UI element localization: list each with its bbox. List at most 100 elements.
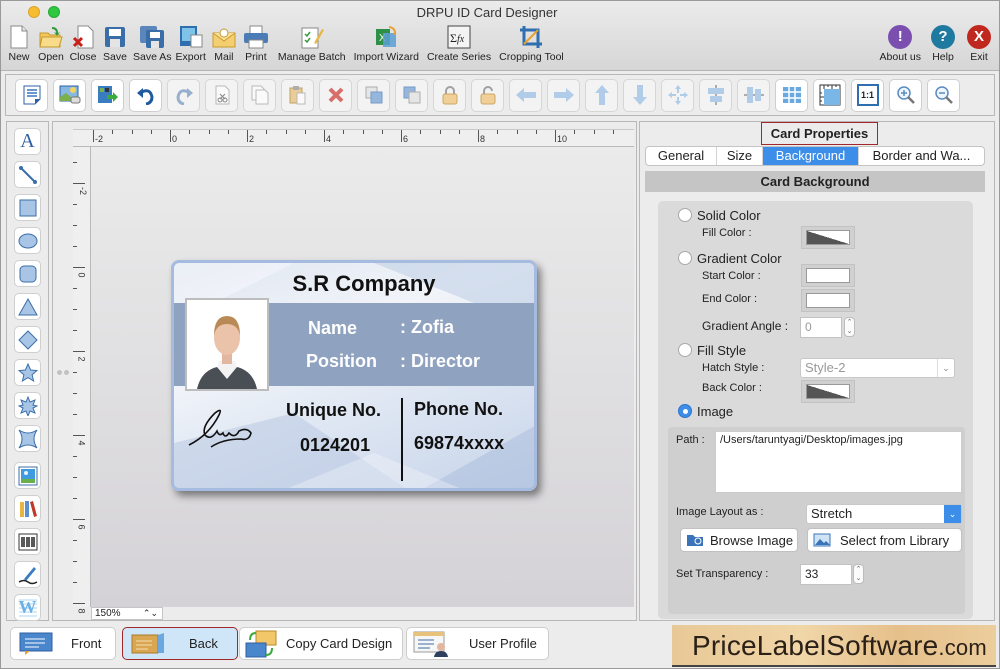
align-horizontal-button[interactable] (699, 78, 732, 112)
align-vertical-button[interactable] (737, 78, 770, 112)
zoom-level-stepper[interactable]: 150% ⌃⌄ (91, 607, 163, 620)
rounded-rectangle-tool-icon (19, 265, 36, 282)
ruler-label: 6 (76, 524, 87, 530)
front-button[interactable]: Front (10, 627, 116, 660)
back-color-label: Back Color : (702, 382, 762, 394)
horizontal-ruler: -2 0 2 4 6 8 10 (73, 129, 634, 147)
export-image-button[interactable] (91, 78, 124, 112)
ruler-minor-tick (73, 393, 77, 394)
save-button[interactable]: Save (101, 23, 129, 63)
signature-tool[interactable] (14, 561, 41, 588)
cropping-tool-button[interactable]: Cropping Tool (499, 23, 564, 63)
close-button[interactable]: Close (69, 23, 97, 63)
tab-border-and-watermark[interactable]: Border and Wa... (859, 147, 984, 165)
line-tool[interactable] (14, 161, 41, 188)
mail-button[interactable]: Mail (210, 23, 238, 63)
tab-background[interactable]: Background (763, 147, 859, 165)
back-button[interactable]: Back (122, 627, 238, 660)
select-from-library-button[interactable]: Select from Library (807, 528, 962, 552)
create-series-button[interactable]: Σfx Create Series (427, 23, 491, 63)
main-toolbar: New Open Close Save Save As Export Mail … (5, 23, 568, 63)
library-tool-icon (19, 500, 37, 517)
bring-to-front-button[interactable] (357, 78, 390, 112)
fill-color-picker[interactable] (801, 226, 855, 249)
text-tool[interactable]: A (14, 128, 41, 155)
ruler-button[interactable] (813, 78, 846, 112)
center-button[interactable] (661, 78, 694, 112)
delete-button[interactable] (319, 78, 352, 112)
rounded-rectangle-tool[interactable] (14, 260, 41, 287)
export-image-icon (97, 86, 118, 103)
copy-card-design-button[interactable]: Copy Card Design (239, 627, 403, 660)
start-color-picker[interactable] (801, 264, 855, 287)
user-profile-button[interactable]: User Profile (406, 627, 549, 660)
gradient-angle-input[interactable]: 0 (800, 317, 842, 338)
watermark-tool[interactable]: W (14, 594, 41, 621)
barcode-tool[interactable] (14, 528, 41, 555)
open-button[interactable]: Open (37, 23, 65, 63)
fill-style-radio[interactable] (678, 343, 692, 357)
transparency-stepper[interactable]: ⌃ ⌄ (853, 564, 864, 584)
ellipse-tool[interactable] (14, 227, 41, 254)
cut-button[interactable] (205, 78, 238, 112)
gradient-color-radio[interactable] (678, 251, 692, 265)
splitter-handle[interactable] (57, 370, 62, 375)
solid-color-radio[interactable] (678, 208, 692, 222)
triangle-tool[interactable] (14, 293, 41, 320)
ruler-minor-tick (73, 540, 77, 541)
help-button[interactable]: ? Help (929, 23, 957, 63)
about-us-button[interactable]: ! About us (880, 23, 921, 63)
rectangle-tool[interactable] (14, 194, 41, 221)
lock-button[interactable] (433, 78, 466, 112)
move-down-button[interactable] (623, 78, 656, 112)
copy-button[interactable] (243, 78, 276, 112)
back-color-picker[interactable] (801, 380, 855, 403)
unlock-icon (480, 86, 495, 105)
diamond-tool[interactable] (14, 326, 41, 353)
print-button[interactable]: Print (242, 23, 270, 63)
unlock-button[interactable] (471, 78, 504, 112)
zoom-in-button[interactable] (889, 78, 922, 112)
watermark-tool-icon: W (18, 597, 37, 618)
card-properties-panel: Card Properties General Size Background … (639, 121, 995, 621)
image-path-field[interactable]: /Users/taruntyagi/Desktop/images.jpg (715, 431, 962, 493)
gradient-angle-stepper[interactable]: ⌃ ⌄ (844, 317, 855, 337)
move-right-button[interactable] (547, 78, 580, 112)
image-radio[interactable] (678, 404, 692, 418)
image-layout-select[interactable]: Stretch ⌄ (806, 504, 962, 524)
hatch-style-select[interactable]: Style-2 ⌄ (800, 358, 955, 378)
star-tool[interactable] (14, 359, 41, 386)
position-value: : Director (400, 351, 481, 371)
move-left-button[interactable] (509, 78, 542, 112)
manage-batch-button[interactable]: Manage Batch (278, 23, 346, 63)
paste-button[interactable] (281, 78, 314, 112)
library-tool[interactable] (14, 495, 41, 522)
send-to-back-button[interactable] (395, 78, 428, 112)
ruler-major-tick (73, 351, 85, 352)
ruler-minor-tick (73, 162, 77, 163)
exit-button[interactable]: X Exit (965, 23, 993, 63)
picture-tool[interactable] (14, 462, 41, 489)
undo-button[interactable] (129, 78, 162, 112)
grid-button[interactable] (775, 78, 808, 112)
save-as-button[interactable]: Save As (133, 23, 172, 63)
ruler-label: 2 (76, 356, 87, 362)
burst-tool[interactable] (14, 392, 41, 419)
four-point-star-tool[interactable] (14, 425, 41, 452)
import-wizard-button[interactable]: X Import Wizard (354, 23, 419, 63)
new-button[interactable]: New (5, 23, 33, 63)
browse-image-button[interactable]: Browse Image (680, 528, 798, 552)
background-image-button[interactable] (53, 78, 86, 112)
zoom-out-button[interactable] (927, 78, 960, 112)
properties-button[interactable] (15, 78, 48, 112)
tab-general[interactable]: General (646, 147, 717, 165)
end-color-picker[interactable] (801, 289, 855, 312)
move-up-button[interactable] (585, 78, 618, 112)
tab-size[interactable]: Size (717, 147, 763, 165)
transparency-input[interactable]: 33 (800, 564, 852, 585)
id-card-preview[interactable]: S.R Company Name : Zofia Position : Dire… (171, 260, 537, 491)
actual-size-button[interactable]: 1:1 (851, 78, 884, 112)
redo-button[interactable] (167, 78, 200, 112)
splitter-handle[interactable] (64, 370, 69, 375)
export-button[interactable]: Export (176, 23, 206, 63)
